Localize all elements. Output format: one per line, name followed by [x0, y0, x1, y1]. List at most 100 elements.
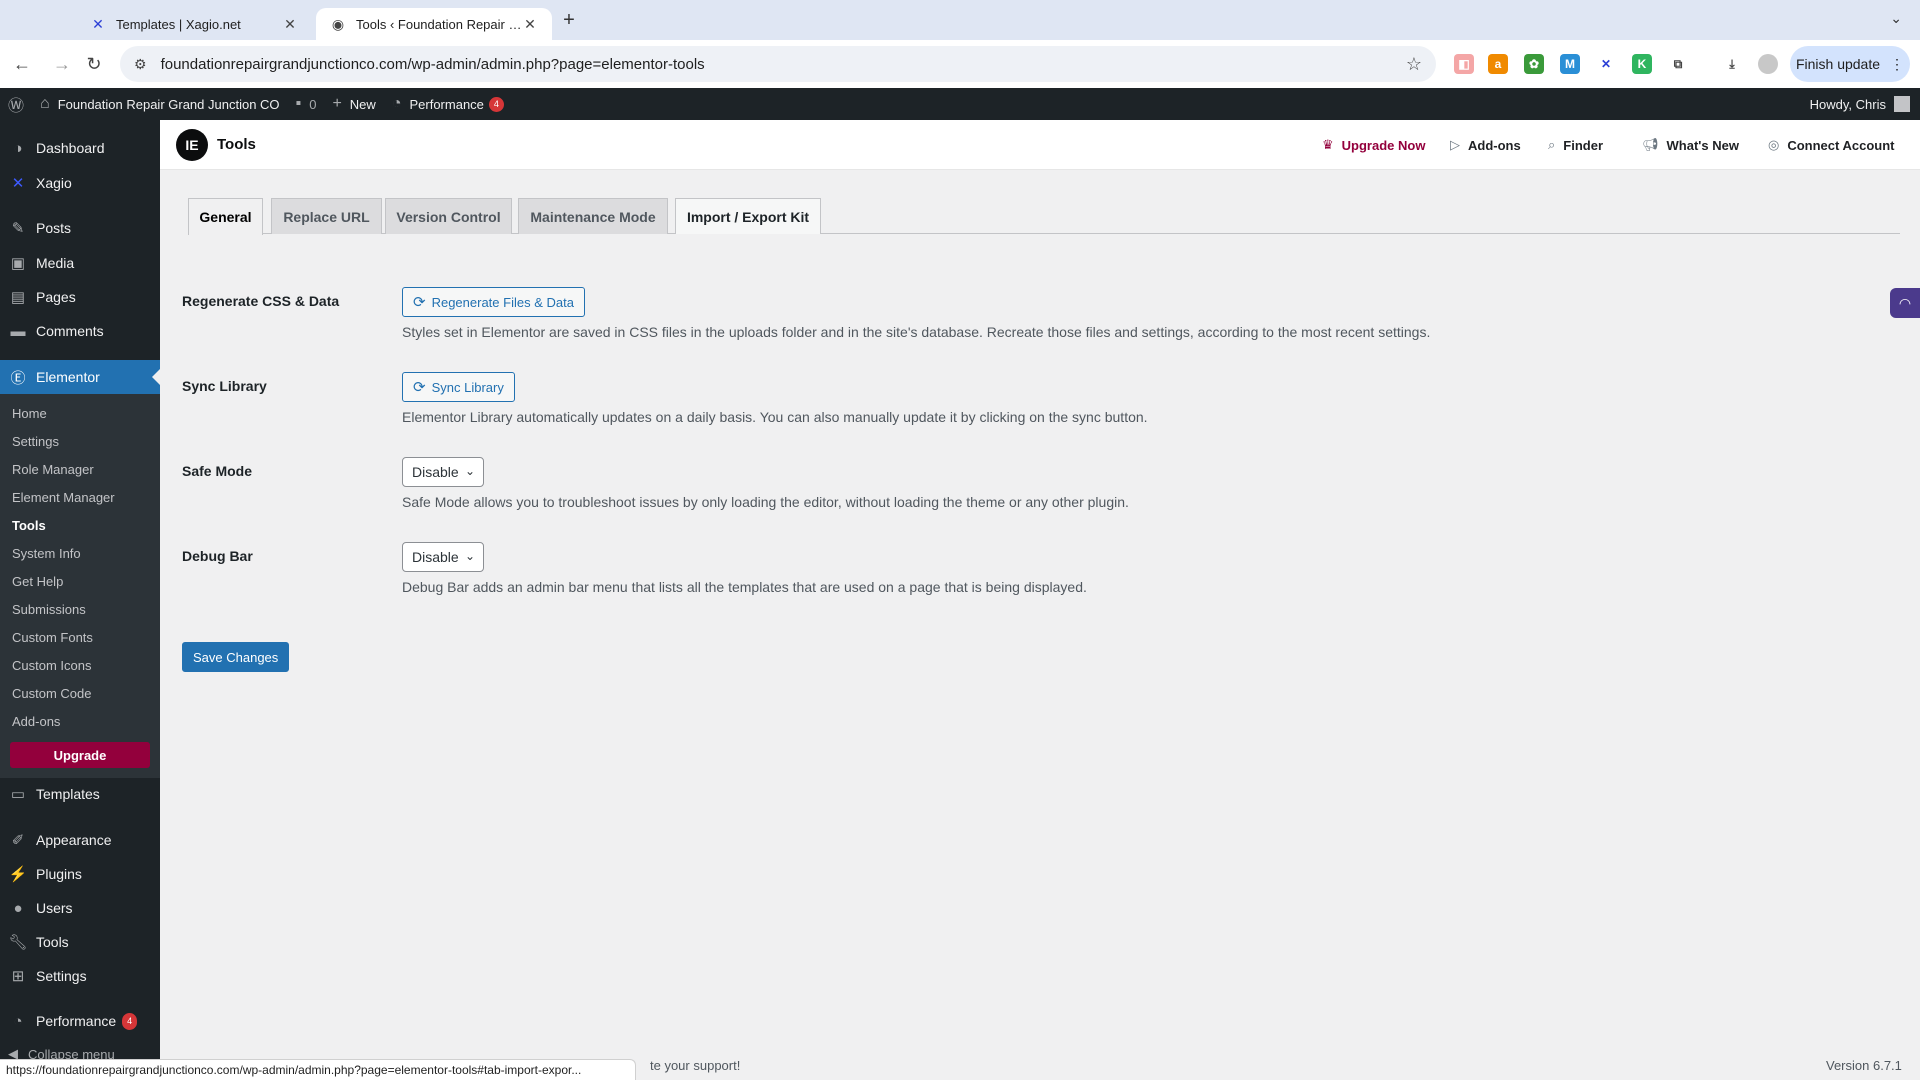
- sidebar-item-pages[interactable]: ▤ Pages: [0, 280, 160, 314]
- submenu-system-info[interactable]: System Info: [12, 546, 81, 561]
- tab-title: Tools ‹ Foundation Repair Gra: [356, 16, 522, 32]
- site-info-icon[interactable]: ⚙: [134, 56, 147, 73]
- sidebar-item-media[interactable]: ▣ Media: [0, 246, 160, 280]
- star-icon[interactable]: ☆: [1406, 54, 1422, 75]
- chevron-down-icon[interactable]: ⌄: [1890, 10, 1902, 27]
- address-bar[interactable]: ⚙ foundationrepairgrandjunctionco.com/wp…: [120, 46, 1436, 82]
- sidebar-item-plugins[interactable]: ⚡ Plugins: [0, 857, 160, 891]
- sidebar-item-xagio[interactable]: ✕ Xagio: [0, 166, 160, 200]
- add-ons-button[interactable]: ▷ Add-ons: [1450, 137, 1521, 153]
- tab-general[interactable]: General: [188, 198, 263, 235]
- tab-version-control[interactable]: Version Control: [385, 198, 512, 234]
- submenu-element-manager[interactable]: Element Manager: [12, 490, 115, 505]
- whats-new-button[interactable]: 📢︎ What's New: [1642, 137, 1739, 153]
- user-circle-icon: ◎: [1768, 137, 1780, 152]
- sidebar-item-label: Users: [36, 900, 73, 916]
- submenu-submissions[interactable]: Submissions: [12, 602, 86, 617]
- kebab-menu-icon[interactable]: ⋮: [1890, 56, 1904, 73]
- home-icon: ⌂: [40, 95, 50, 112]
- browser-tab-tools[interactable]: ◉ Tools ‹ Foundation Repair Gra ✕: [316, 8, 552, 40]
- sidebar-item-label: Media: [36, 255, 75, 271]
- sidebar-item-users[interactable]: ● Users: [0, 891, 160, 925]
- sidebar-item-performance[interactable]: ◔ Performance 4: [0, 1004, 160, 1038]
- save-changes-button[interactable]: Save Changes: [182, 642, 290, 672]
- extension-icon[interactable]: M: [1560, 54, 1580, 74]
- comment-icon: ▬: [10, 322, 26, 340]
- extension-icon[interactable]: K: [1632, 54, 1652, 74]
- upgrade-now-button[interactable]: ♛ Upgrade Now: [1322, 137, 1425, 153]
- sidebar-item-templates[interactable]: ▭ Templates: [0, 777, 160, 811]
- tab-replace-url[interactable]: Replace URL: [271, 198, 382, 234]
- debug-bar-select[interactable]: Disable ⌄: [402, 542, 484, 572]
- finder-button[interactable]: ⌕ Finder: [1548, 137, 1603, 153]
- dashboard-icon: ◑: [13, 139, 23, 157]
- my-account-menu[interactable]: Howdy, Chris: [1810, 96, 1920, 112]
- sidebar-item-comments[interactable]: ▬ Comments: [0, 314, 160, 348]
- submenu-add-ons[interactable]: Add-ons: [12, 714, 60, 729]
- wordpress-icon: ◉: [331, 15, 345, 32]
- xagio-extension-icon[interactable]: ✕: [1596, 54, 1616, 74]
- regenerate-description: Styles set in Elementor are saved in CSS…: [402, 324, 1431, 340]
- footer-thanks: te your support!: [650, 1058, 741, 1073]
- sidebar-item-settings[interactable]: ⊞ Settings: [0, 959, 160, 993]
- wordpress-icon: Ⓦ: [8, 98, 25, 115]
- submenu-custom-fonts[interactable]: Custom Fonts: [12, 630, 93, 645]
- sidebar-item-tools[interactable]: 🔧︎ Tools: [0, 925, 160, 959]
- submenu-settings[interactable]: Settings: [12, 434, 59, 449]
- add-ons-label: Add-ons: [1468, 137, 1521, 153]
- regenerate-files-button[interactable]: ⟳ Regenerate Files & Data: [402, 287, 585, 317]
- reload-icon[interactable]: ↻: [82, 52, 106, 76]
- howdy-text: Howdy, Chris: [1809, 96, 1886, 112]
- elementor-logo-icon: IE: [176, 129, 208, 161]
- sidebar-item-appearance[interactable]: ✐ Appearance: [0, 823, 160, 857]
- submenu-role-manager[interactable]: Role Manager: [12, 462, 94, 477]
- finish-update-button[interactable]: Finish update ⋮: [1790, 46, 1910, 82]
- submenu-home[interactable]: Home: [12, 406, 47, 421]
- wp-logo-menu[interactable]: Ⓦ: [0, 88, 32, 120]
- extension-icon[interactable]: ◧: [1454, 54, 1474, 74]
- new-tab-icon[interactable]: +: [558, 10, 580, 32]
- megaphone-icon: 📢︎: [1642, 137, 1659, 152]
- browser-tab-bar: ✕ Templates | Xagio.net ✕ ◉ Tools ‹ Foun…: [0, 0, 1920, 40]
- browser-tab-templates[interactable]: ✕ Templates | Xagio.net ✕: [76, 8, 312, 40]
- safe-mode-select[interactable]: Disable ⌄: [402, 457, 484, 487]
- url-text[interactable]: foundationrepairgrandjunctionco.com/wp-a…: [161, 56, 1406, 73]
- plus-icon: +: [332, 95, 342, 112]
- forward-icon[interactable]: →: [50, 52, 74, 76]
- sync-library-button[interactable]: ⟳ Sync Library: [402, 372, 515, 402]
- site-name-menu[interactable]: ⌂ Foundation Repair Grand Junction CO: [32, 88, 288, 120]
- puzzle-icon[interactable]: ⧉: [1668, 54, 1688, 74]
- close-icon[interactable]: ✕: [522, 16, 538, 33]
- performance-menu[interactable]: ◔ Performance 4: [384, 88, 512, 120]
- accessibility-widget-icon[interactable]: ◠: [1890, 288, 1920, 318]
- tab-maintenance-mode[interactable]: Maintenance Mode: [518, 198, 668, 234]
- settings-icon: ⊞: [11, 968, 25, 985]
- submenu-custom-icons[interactable]: Custom Icons: [12, 658, 91, 673]
- connect-account-button[interactable]: ◎ Connect Account: [1768, 137, 1894, 153]
- close-icon[interactable]: ✕: [282, 16, 298, 33]
- debug-bar-label: Debug Bar: [182, 548, 253, 564]
- comments-count: 0: [309, 96, 317, 112]
- debug-bar-description: Debug Bar adds an admin bar menu that li…: [402, 579, 1087, 595]
- amazon-extension-icon[interactable]: a: [1488, 54, 1508, 74]
- download-icon[interactable]: ⤓: [1722, 54, 1742, 74]
- sidebar-item-elementor[interactable]: Ⓔ Elementor: [0, 360, 160, 394]
- sidebar-item-posts[interactable]: ✎ Posts: [0, 211, 160, 245]
- extension-icon[interactable]: ✿: [1524, 54, 1544, 74]
- submenu-get-help[interactable]: Get Help: [12, 574, 63, 589]
- submenu-tools[interactable]: Tools: [12, 518, 46, 533]
- tab-import-export-kit[interactable]: Import / Export Kit: [675, 198, 821, 234]
- new-content-menu[interactable]: + New: [324, 88, 383, 120]
- upgrade-button[interactable]: Upgrade: [10, 742, 150, 768]
- submenu-custom-code[interactable]: Custom Code: [12, 686, 91, 701]
- elementor-submenu: Home Settings Role Manager Element Manag…: [0, 394, 160, 778]
- back-icon[interactable]: ←: [10, 52, 34, 76]
- comments-menu[interactable]: ▪ 0: [288, 88, 325, 120]
- sync-button-label: Sync Library: [431, 379, 504, 395]
- profile-icon[interactable]: [1758, 54, 1778, 74]
- regenerate-label: Regenerate CSS & Data: [182, 293, 340, 309]
- gauge-icon: ◔: [391, 95, 402, 112]
- comment-icon: ▪: [295, 95, 302, 112]
- upgrade-now-label: Upgrade Now: [1341, 137, 1426, 153]
- sidebar-item-dashboard[interactable]: ◑ Dashboard: [0, 131, 160, 165]
